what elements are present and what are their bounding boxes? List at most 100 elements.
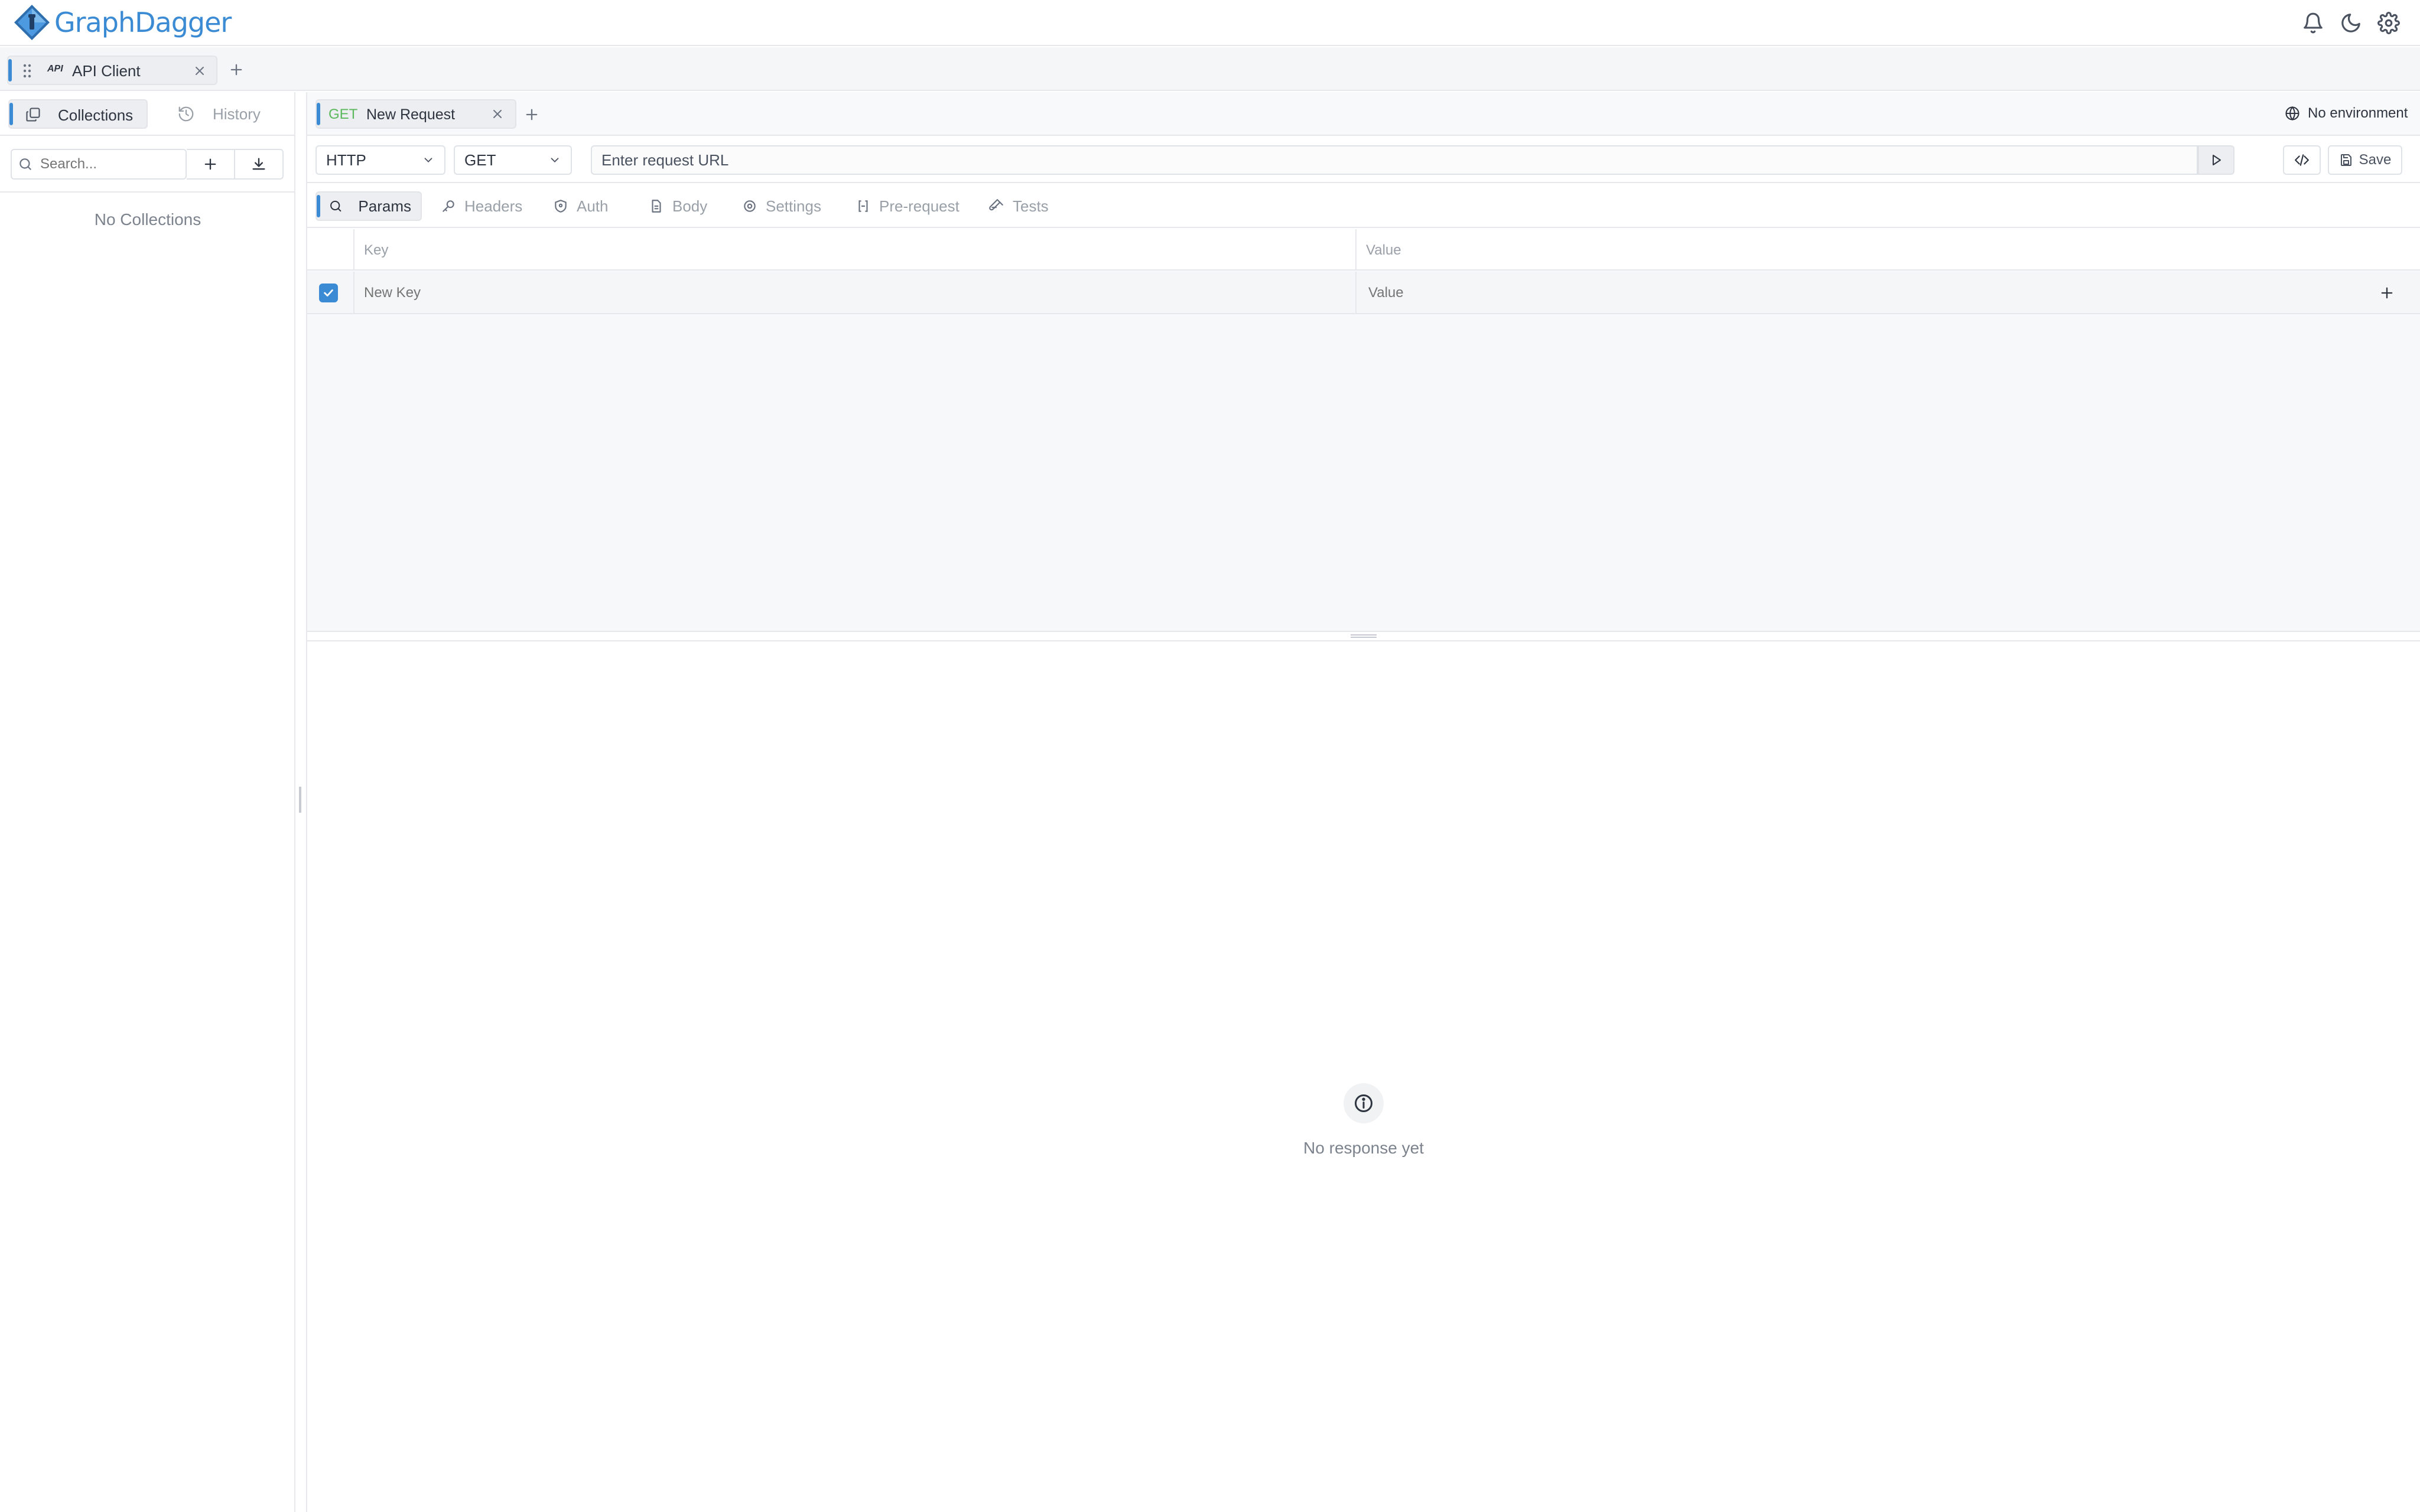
workspace-tab-label: API Client xyxy=(72,62,141,80)
save-label: Save xyxy=(2359,152,2392,168)
search-icon xyxy=(18,157,33,172)
search-icon xyxy=(330,200,341,212)
notifications-bell-icon[interactable] xyxy=(2302,12,2324,34)
active-tab-indicator xyxy=(317,195,320,217)
gear-icon xyxy=(744,200,756,212)
sidebar: Collections History No Collections xyxy=(0,92,295,1512)
add-param-row-icon[interactable] xyxy=(2379,285,2395,301)
tab-settings-label: Settings xyxy=(766,197,821,215)
protocol-value: HTTP xyxy=(326,151,366,169)
settings-gear-icon[interactable] xyxy=(2377,12,2400,34)
add-collection-button[interactable] xyxy=(187,149,235,180)
checkmark-icon xyxy=(324,289,333,296)
protocol-select[interactable]: HTTP xyxy=(315,145,445,175)
tab-history[interactable]: History xyxy=(213,105,261,123)
diamond-logo-icon xyxy=(14,5,50,40)
active-tab-indicator xyxy=(9,103,13,125)
url-input[interactable] xyxy=(591,145,2198,175)
send-request-button[interactable] xyxy=(2198,145,2234,175)
workspace-tab-api-client[interactable]: API API Client xyxy=(7,56,217,85)
collections-icon xyxy=(25,106,41,123)
column-divider xyxy=(1355,229,1357,271)
column-divider xyxy=(353,229,354,271)
generate-code-button[interactable] xyxy=(2283,145,2321,175)
app-name: GraphDagger xyxy=(54,6,232,38)
tab-pre-request-label: Pre-request xyxy=(879,197,959,215)
tab-headers-label: Headers xyxy=(464,197,523,215)
shield-icon xyxy=(555,200,567,213)
document-icon xyxy=(652,200,661,213)
params-table: Key Value xyxy=(307,229,2420,631)
no-response-message: No response yet xyxy=(1303,1139,1424,1157)
tab-settings[interactable]: Settings xyxy=(733,191,831,221)
code-icon xyxy=(2295,154,2309,166)
add-workspace-tab-icon[interactable] xyxy=(228,61,245,78)
collections-search[interactable] xyxy=(11,149,187,180)
tab-collections[interactable]: Collections xyxy=(8,99,148,129)
column-divider xyxy=(1355,272,1357,314)
chevron-down-icon xyxy=(551,158,559,163)
add-request-tab-icon[interactable] xyxy=(523,106,540,123)
column-divider xyxy=(353,272,354,314)
workspace-tab-bar: API API Client xyxy=(0,47,2420,91)
params-table-header: Key Value xyxy=(307,229,2420,271)
active-tab-indicator xyxy=(317,103,320,125)
braces-icon xyxy=(858,200,868,212)
tab-collections-label: Collections xyxy=(58,106,134,124)
param-value-input[interactable] xyxy=(1365,280,2334,306)
theme-toggle-moon-icon[interactable] xyxy=(2340,12,2362,34)
request-tab-label: New Request xyxy=(366,106,456,123)
param-key-input[interactable] xyxy=(360,280,1341,306)
play-icon xyxy=(2213,155,2221,165)
chevron-down-icon xyxy=(424,158,432,163)
header-key: Key xyxy=(364,242,389,258)
tab-body-label: Body xyxy=(672,197,708,215)
request-response-resize-handle[interactable] xyxy=(307,631,2420,641)
request-url-row: HTTP GET Save xyxy=(307,137,2420,183)
sidebar-resize-handle[interactable] xyxy=(295,92,307,1512)
tab-auth-label: Auth xyxy=(577,197,609,215)
drag-handle-icon[interactable] xyxy=(22,63,32,79)
api-badge-icon: API xyxy=(47,64,63,74)
app-logo[interactable]: GraphDagger xyxy=(13,4,232,41)
tab-pre-request[interactable]: Pre-request xyxy=(846,191,969,221)
close-tab-icon[interactable] xyxy=(490,107,505,121)
request-tab-new-request[interactable]: GET New Request xyxy=(315,99,516,129)
history-icon[interactable] xyxy=(177,105,195,123)
tab-params-label: Params xyxy=(358,197,411,215)
method-select[interactable]: GET xyxy=(454,145,572,175)
table-row xyxy=(307,272,2420,314)
tab-body[interactable]: Body xyxy=(639,191,717,221)
request-tab-bar: GET New Request No environment xyxy=(307,92,2420,136)
resize-grip xyxy=(299,787,301,813)
request-tab-method: GET xyxy=(328,106,358,122)
main-panel: GET New Request No environment HTTP GET xyxy=(307,92,2420,1512)
download-icon xyxy=(252,158,265,170)
tab-params[interactable]: Params xyxy=(315,191,422,221)
sidebar-search-row xyxy=(0,137,295,193)
plus-icon xyxy=(204,158,216,170)
info-icon xyxy=(1344,1083,1384,1123)
flask-icon xyxy=(989,199,1003,211)
key-icon xyxy=(443,200,454,212)
import-collection-button[interactable] xyxy=(235,149,284,180)
row-enabled-checkbox[interactable] xyxy=(319,284,338,302)
tab-tests-label: Tests xyxy=(1013,197,1049,215)
save-disk-icon xyxy=(2340,154,2351,166)
request-sub-tabs: Params Headers Auth Body Settings Pre-re… xyxy=(307,184,2420,228)
no-collections-message: No Collections xyxy=(94,210,201,229)
search-input[interactable] xyxy=(40,154,182,175)
tab-tests[interactable]: Tests xyxy=(980,191,1058,221)
globe-icon xyxy=(2284,105,2301,122)
app-header: GraphDagger xyxy=(0,0,2420,46)
response-panel: No response yet xyxy=(307,641,2420,1512)
environment-selector[interactable]: No environment xyxy=(2308,105,2408,122)
sidebar-tab-row: Collections History xyxy=(0,92,295,136)
close-tab-icon[interactable] xyxy=(193,64,207,78)
tab-headers[interactable]: Headers xyxy=(431,191,532,221)
tab-auth[interactable]: Auth xyxy=(544,191,618,221)
header-value: Value xyxy=(1366,242,1401,258)
save-button[interactable]: Save xyxy=(2328,145,2402,175)
method-value: GET xyxy=(464,151,496,169)
resize-grip xyxy=(1351,634,1377,638)
